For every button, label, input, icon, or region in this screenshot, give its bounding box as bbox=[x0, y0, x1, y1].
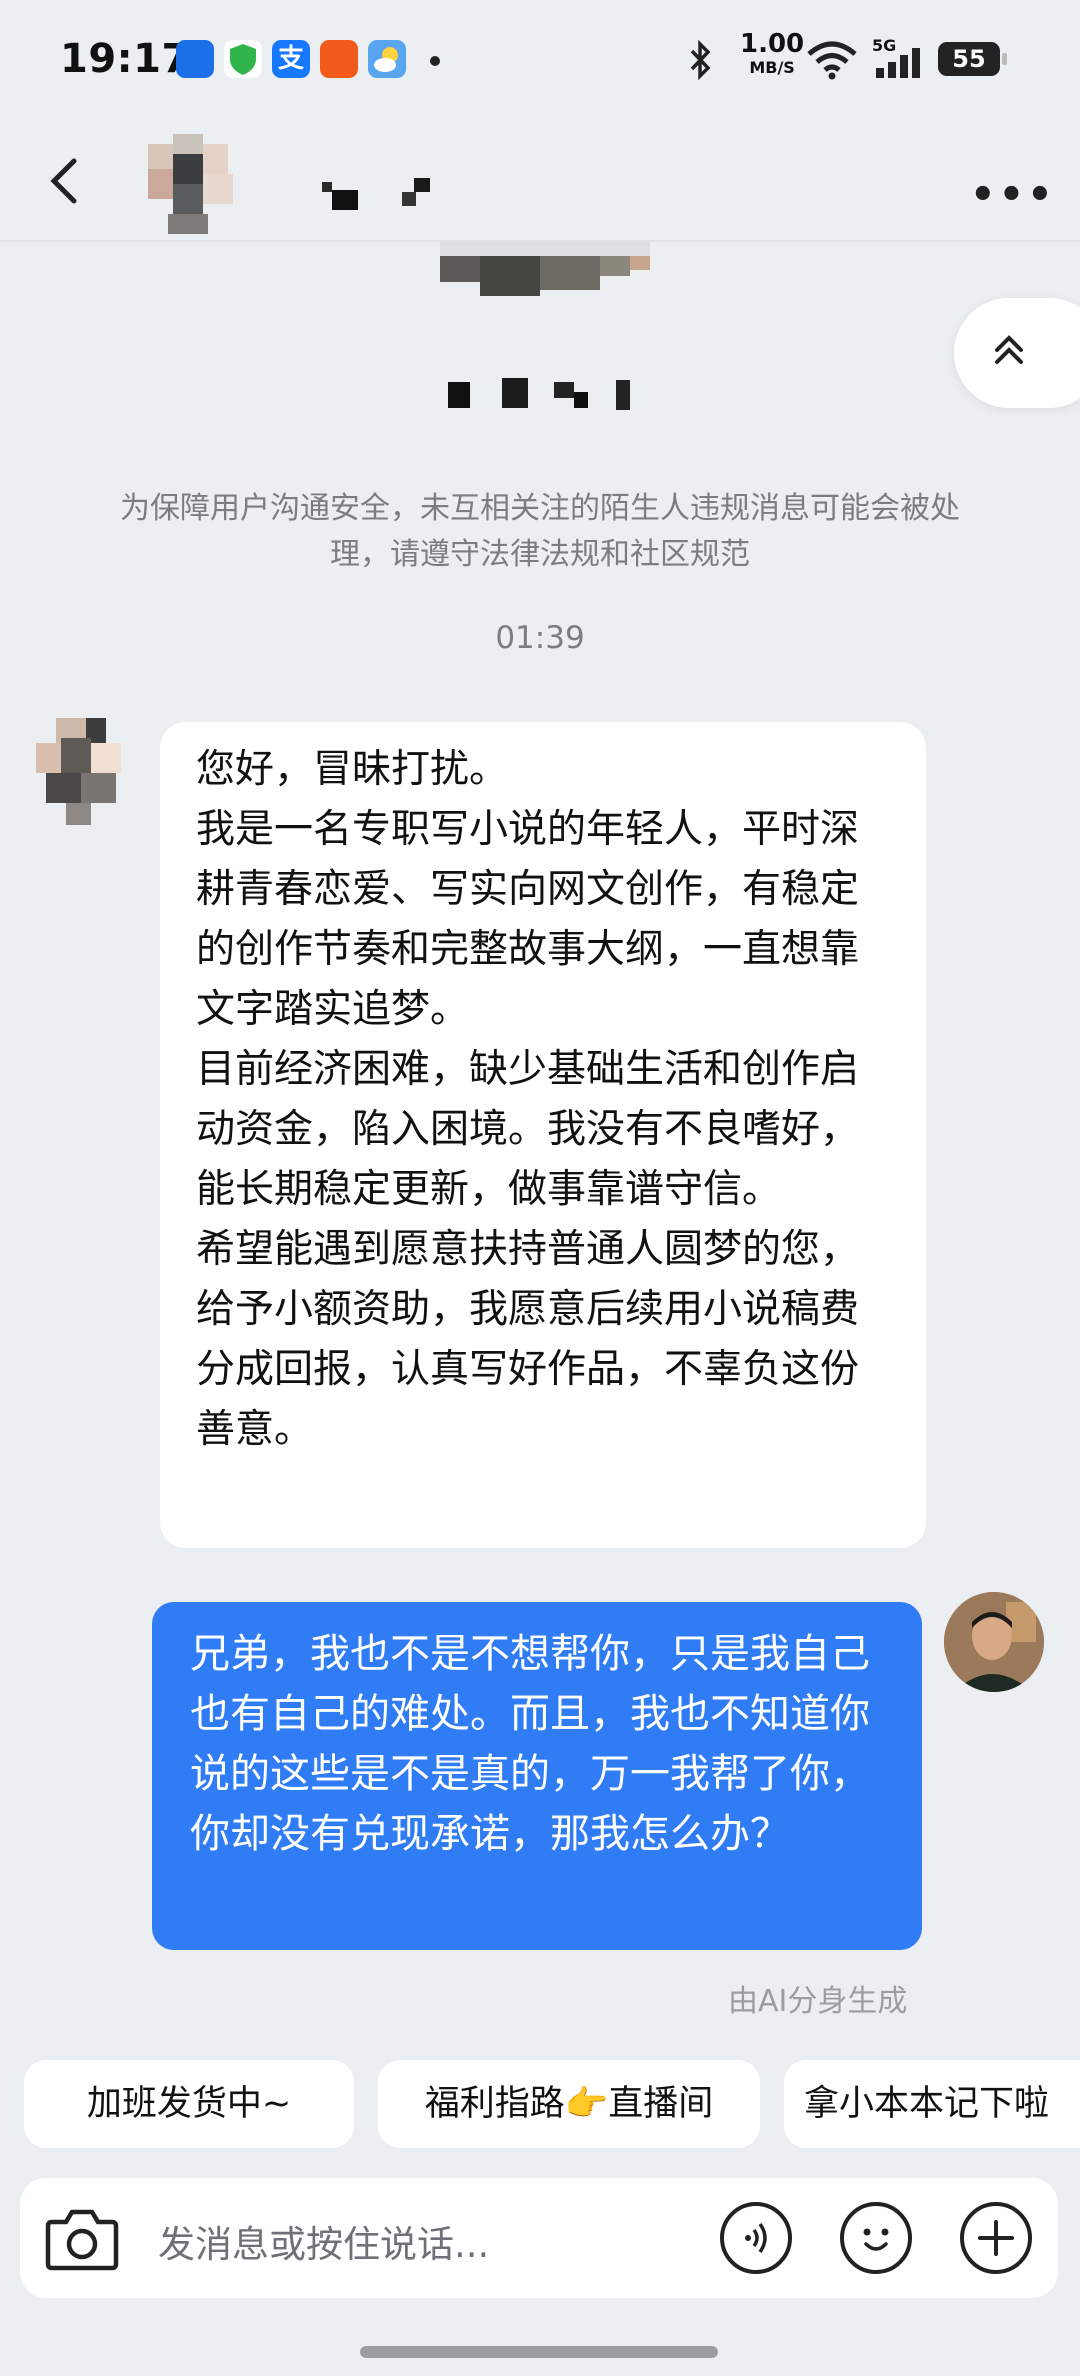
more-dots-icon[interactable]: ••• bbox=[970, 172, 1056, 218]
quick-reply-chip[interactable]: 福利指路👉直播间 bbox=[378, 2060, 760, 2148]
game-app-icon bbox=[320, 40, 358, 78]
notification-dot bbox=[430, 56, 440, 66]
voice-icon[interactable] bbox=[720, 2202, 792, 2274]
weather-app-icon bbox=[368, 40, 406, 78]
user-avatar[interactable] bbox=[944, 1592, 1044, 1692]
quick-reply-chip[interactable]: 加班发货中~ bbox=[24, 2060, 354, 2148]
status-time: 19:17 bbox=[60, 36, 190, 82]
contact-name-pixelated bbox=[322, 176, 452, 212]
camera-icon[interactable] bbox=[44, 2202, 120, 2274]
emoji-icon[interactable] bbox=[840, 2202, 912, 2274]
profile-avatar-pixelated bbox=[440, 242, 650, 304]
contact-avatar[interactable] bbox=[148, 134, 248, 234]
chevron-left-icon[interactable] bbox=[44, 156, 84, 206]
net-speed-unit: MB/S bbox=[749, 58, 795, 77]
wifi-icon bbox=[807, 41, 857, 80]
chat-header: ••• bbox=[0, 120, 1080, 242]
sender-avatar[interactable] bbox=[36, 718, 146, 828]
home-indicator[interactable] bbox=[360, 2346, 718, 2358]
message-input-bar: 发消息或按住说话... bbox=[20, 2178, 1058, 2298]
net-speed-value: 1.00 bbox=[740, 29, 805, 59]
message-input-placeholder[interactable]: 发消息或按住说话... bbox=[158, 2214, 489, 2268]
alipay-app-icon: 支 bbox=[272, 40, 310, 78]
plus-icon[interactable] bbox=[960, 2202, 1032, 2274]
bluetooth-icon bbox=[690, 40, 711, 80]
status-bar: 19:17 支 1.00 MB/S 5G 55 bbox=[0, 0, 1080, 120]
ai-generated-note: 由AI分身生成 bbox=[728, 1984, 908, 2019]
net-speed: 1.00 MB/S bbox=[740, 29, 805, 80]
safety-notice: 为保障用户沟通安全，未互相关注的陌生人违规消息可能会被处理，请遵守法律法规和社区… bbox=[120, 491, 960, 572]
shield-app-icon bbox=[224, 40, 262, 78]
double-chevron-up-icon bbox=[995, 335, 1023, 364]
incoming-message-bubble[interactable]: 您好，冒昧打扰。 我是一名专职写小说的年轻人，平时深耕青春恋爱、写实向网文创作，… bbox=[160, 722, 926, 1548]
battery-indicator: 55 bbox=[938, 42, 1007, 76]
quick-reply-chip[interactable]: 拿小本本记下啦 bbox=[784, 2060, 1080, 2148]
signal-icon bbox=[876, 48, 920, 78]
message-timestamp: 01:39 bbox=[495, 620, 585, 656]
outgoing-message-bubble[interactable]: 兄弟，我也不是不想帮你，只是我自己也有自己的难处。而且，我也不知道你说的这些是不… bbox=[152, 1602, 922, 1950]
quick-reply-bar: 加班发货中~ 福利指路👉直播间 拿小本本记下啦 bbox=[0, 2060, 1080, 2150]
car-app-icon bbox=[176, 40, 214, 78]
profile-name-pixelated bbox=[446, 374, 636, 416]
scroll-up-button[interactable] bbox=[954, 298, 1080, 408]
